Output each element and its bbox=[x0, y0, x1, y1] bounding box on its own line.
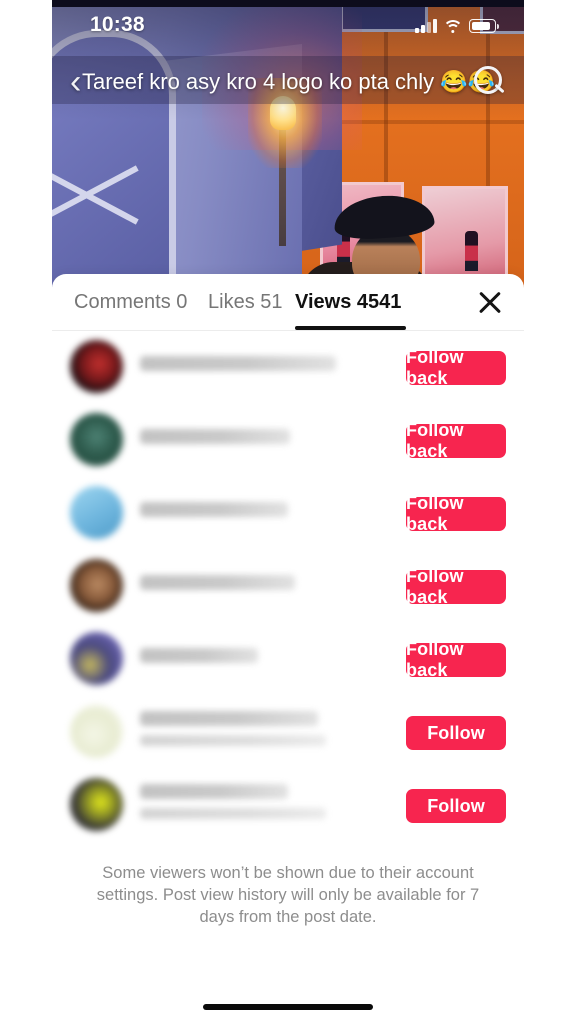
close-icon[interactable] bbox=[474, 287, 506, 319]
video-top-black-bar bbox=[52, 0, 524, 7]
viewer-name-block bbox=[140, 784, 390, 819]
follow-back-button[interactable]: Follow back bbox=[406, 347, 506, 388]
video-wall-picture bbox=[422, 186, 508, 288]
viewer-subtitle bbox=[140, 735, 326, 746]
list-item[interactable]: Follow bbox=[52, 768, 524, 841]
follow-button[interactable]: Follow bbox=[406, 789, 506, 823]
viewer-name-block bbox=[140, 502, 390, 517]
list-item[interactable]: Follow bbox=[52, 695, 524, 768]
follow-button[interactable]: Follow bbox=[406, 716, 506, 750]
list-item[interactable]: Follow back bbox=[52, 330, 524, 403]
avatar[interactable] bbox=[70, 705, 123, 758]
follow-back-button[interactable]: Follow back bbox=[406, 639, 506, 680]
list-item[interactable]: Follow back bbox=[52, 476, 524, 549]
viewer-name bbox=[140, 356, 336, 371]
viewer-list[interactable]: Follow back Follow back Follow back Foll… bbox=[52, 330, 524, 831]
avatar[interactable] bbox=[70, 413, 123, 466]
avatar[interactable] bbox=[70, 486, 123, 539]
follow-back-button[interactable]: Follow back bbox=[406, 420, 506, 461]
wifi-icon bbox=[443, 19, 463, 34]
tab-comments[interactable]: Comments 0 bbox=[74, 274, 187, 330]
viewer-name-block bbox=[140, 648, 390, 663]
viewer-name bbox=[140, 575, 295, 590]
home-indicator[interactable] bbox=[203, 1004, 373, 1010]
video-caption: Tareef kro asy kro 4 logo ko pta chly 😂😂 bbox=[82, 69, 496, 94]
viewer-privacy-note: Some viewers won’t be shown due to their… bbox=[96, 864, 480, 926]
avatar[interactable] bbox=[70, 778, 123, 831]
status-icons bbox=[415, 15, 499, 34]
avatar[interactable] bbox=[70, 559, 123, 612]
list-item[interactable]: Follow back bbox=[52, 403, 524, 476]
tab-likes[interactable]: Likes 51 bbox=[208, 274, 283, 330]
phone-screen: 10:38 ‹ Tareef kro asy kro 4 logo ko pta… bbox=[52, 0, 524, 1024]
video-header: ‹ Tareef kro asy kro 4 logo ko pta chly … bbox=[52, 58, 524, 106]
status-time: 10:38 bbox=[90, 13, 145, 36]
viewer-name bbox=[140, 648, 258, 663]
tab-views[interactable]: Views 4541 bbox=[295, 274, 401, 330]
viewer-name bbox=[140, 429, 290, 444]
tab-bar: Comments 0 Likes 51 Views 4541 bbox=[52, 274, 524, 331]
avatar[interactable] bbox=[70, 632, 123, 685]
viewer-name bbox=[140, 711, 318, 726]
viewer-name-block bbox=[140, 575, 390, 590]
status-bar: 10:38 bbox=[52, 8, 524, 42]
avatar[interactable] bbox=[70, 340, 123, 393]
viewer-name-block bbox=[140, 711, 390, 746]
follow-back-button[interactable]: Follow back bbox=[406, 566, 506, 607]
search-icon[interactable] bbox=[470, 64, 506, 100]
list-item[interactable]: Follow back bbox=[52, 549, 524, 622]
viewer-name-block bbox=[140, 429, 390, 444]
viewer-name bbox=[140, 784, 288, 799]
follow-back-button[interactable]: Follow back bbox=[406, 493, 506, 534]
insights-sheet: Comments 0 Likes 51 Views 4541 Follow ba… bbox=[52, 274, 524, 1024]
viewer-name bbox=[140, 502, 288, 517]
video-player[interactable] bbox=[52, 0, 524, 290]
signal-bars-icon bbox=[415, 19, 437, 33]
viewer-name-block bbox=[140, 356, 390, 371]
video-guard-figure bbox=[465, 231, 478, 271]
viewer-subtitle bbox=[140, 808, 326, 819]
battery-icon bbox=[469, 19, 499, 33]
list-item[interactable]: Follow back bbox=[52, 622, 524, 695]
